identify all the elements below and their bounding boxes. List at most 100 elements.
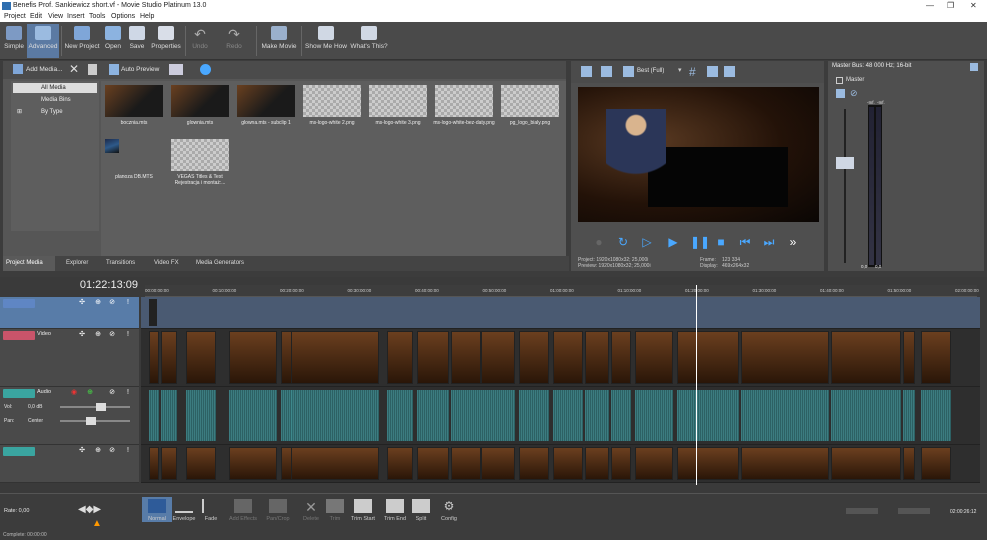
master-fx-icon[interactable] xyxy=(836,77,843,84)
whats-this-button[interactable]: What's This? xyxy=(350,24,388,58)
media-thumbnail[interactable] xyxy=(171,139,229,171)
audio-waveform[interactable] xyxy=(635,390,673,441)
menu-project[interactable]: Project xyxy=(4,13,26,20)
audio-waveform[interactable] xyxy=(831,390,901,441)
clip[interactable] xyxy=(635,447,673,480)
clip[interactable] xyxy=(553,447,583,480)
normal-edit-tool[interactable]: Normal xyxy=(142,497,172,522)
audio-waveform[interactable] xyxy=(741,390,829,441)
track-motion-icon[interactable]: ✣ xyxy=(78,331,86,339)
trim-start-button[interactable]: Trim Start xyxy=(348,497,378,522)
media-thumbnail[interactable] xyxy=(435,85,493,117)
audio-waveform[interactable] xyxy=(921,390,951,441)
shuttle-control[interactable]: ◀◆▶ xyxy=(78,504,101,515)
clip[interactable] xyxy=(741,331,829,384)
auto-preview-icon[interactable] xyxy=(109,64,119,75)
tab-project-media[interactable]: Project Media xyxy=(3,256,55,271)
audio-waveform[interactable] xyxy=(519,390,549,441)
search-icon[interactable] xyxy=(200,64,211,75)
menu-tools[interactable]: Tools xyxy=(89,13,105,20)
split-button[interactable]: Split xyxy=(406,497,436,522)
record-icon[interactable]: ● xyxy=(592,235,606,249)
audio-waveform[interactable] xyxy=(161,390,177,441)
time-ruler[interactable]: 00:00:00:00 00:10:00:00 00:20:00:00 00:30:0… xyxy=(145,285,979,297)
external-monitor-icon[interactable] xyxy=(601,66,612,77)
play-from-start-icon[interactable]: ▷ xyxy=(640,235,654,249)
tab-video-fx[interactable]: Video FX xyxy=(151,256,182,271)
menu-options[interactable]: Options xyxy=(111,13,135,20)
media-thumbnail[interactable] xyxy=(369,85,427,117)
menu-edit[interactable]: Edit xyxy=(30,13,42,20)
audio-waveform[interactable] xyxy=(387,390,413,441)
clip[interactable] xyxy=(451,447,481,480)
clip[interactable] xyxy=(161,331,177,384)
track-lane-overlay[interactable] xyxy=(141,297,980,329)
advanced-button[interactable]: Advanced xyxy=(27,24,59,58)
preview-properties-icon[interactable] xyxy=(581,66,592,77)
track-header-video-2[interactable]: ✣ ⊕ ⊘ ! xyxy=(0,445,139,483)
copy-snapshot-icon[interactable] xyxy=(707,66,718,77)
track-header-audio[interactable]: Audio ◉ ⊕ ⊘ ! Vol: 0,0 dB Pan: Center xyxy=(0,387,139,445)
clip[interactable] xyxy=(677,331,739,384)
clip[interactable] xyxy=(741,447,829,480)
clip[interactable] xyxy=(417,331,449,384)
clip[interactable] xyxy=(585,447,609,480)
record-arm-icon[interactable]: ◉ xyxy=(70,389,78,397)
clip[interactable] xyxy=(387,331,413,384)
pan-crop-button[interactable]: Pan/Crop xyxy=(263,497,293,522)
simple-button[interactable]: Simple xyxy=(2,24,26,58)
track-fx-icon[interactable]: ⊕ xyxy=(86,389,94,397)
auto-preview-button[interactable]: Auto Preview xyxy=(121,66,159,73)
track-header-overlay[interactable]: ✣ ⊕ ⊘ ! xyxy=(0,297,139,329)
clip[interactable] xyxy=(229,447,277,480)
audio-waveform[interactable] xyxy=(229,390,277,441)
split-screen-icon[interactable] xyxy=(623,66,634,77)
solo-icon[interactable]: ! xyxy=(124,447,132,455)
solo-icon[interactable]: ! xyxy=(124,299,132,307)
clip[interactable] xyxy=(831,447,901,480)
menu-insert[interactable]: Insert xyxy=(67,13,85,20)
config-button[interactable]: ⚙ Config xyxy=(434,497,464,522)
solo-icon[interactable]: ! xyxy=(124,389,132,397)
loop-icon[interactable]: ↻ xyxy=(616,235,630,249)
track-motion-icon[interactable]: ✣ xyxy=(78,299,86,307)
media-thumbnail[interactable] xyxy=(105,85,163,117)
clip[interactable] xyxy=(611,447,631,480)
mute-icon[interactable]: ⊘ xyxy=(108,389,116,397)
clip[interactable] xyxy=(921,331,951,384)
go-to-end-icon[interactable]: ⏭ xyxy=(762,235,776,249)
mute-icon[interactable]: ⊘ xyxy=(108,331,116,339)
clip[interactable] xyxy=(481,331,515,384)
clip[interactable] xyxy=(291,447,379,480)
clip[interactable] xyxy=(451,331,481,384)
media-thumbnail[interactable] xyxy=(171,85,229,117)
maximize-button[interactable]: ❐ xyxy=(947,1,954,10)
clip[interactable] xyxy=(831,331,901,384)
clip[interactable] xyxy=(161,447,177,480)
audio-waveform[interactable] xyxy=(677,390,739,441)
track-header-video[interactable]: Video ✣ ⊕ ⊘ ! xyxy=(0,329,139,387)
mute-icon[interactable]: ⊘ xyxy=(108,447,116,455)
save-button[interactable]: Save xyxy=(126,24,148,58)
track-motion-icon[interactable]: ✣ xyxy=(78,447,86,455)
clip[interactable] xyxy=(903,447,915,480)
track-fx-icon[interactable]: ⊕ xyxy=(94,299,102,307)
clip[interactable] xyxy=(611,331,631,384)
track-lane-video-2[interactable] xyxy=(141,445,980,483)
audio-waveform[interactable] xyxy=(186,390,216,441)
audio-waveform[interactable] xyxy=(149,390,159,441)
views-icon[interactable] xyxy=(169,64,183,75)
clip[interactable] xyxy=(481,447,515,480)
open-button[interactable]: Open xyxy=(102,24,124,58)
tab-media-generators[interactable]: Media Generators xyxy=(193,256,247,271)
go-to-start-icon[interactable]: ⏮ xyxy=(738,235,752,249)
clip[interactable] xyxy=(553,331,583,384)
pause-icon[interactable]: ❚❚ xyxy=(690,235,710,249)
clip[interactable] xyxy=(417,447,449,480)
audio-waveform[interactable] xyxy=(611,390,631,441)
media-thumbnail[interactable] xyxy=(501,85,559,117)
audio-waveform[interactable] xyxy=(451,390,481,441)
clip[interactable] xyxy=(585,331,609,384)
menu-help[interactable]: Help xyxy=(140,13,154,20)
master-fx-button[interactable] xyxy=(836,89,845,98)
